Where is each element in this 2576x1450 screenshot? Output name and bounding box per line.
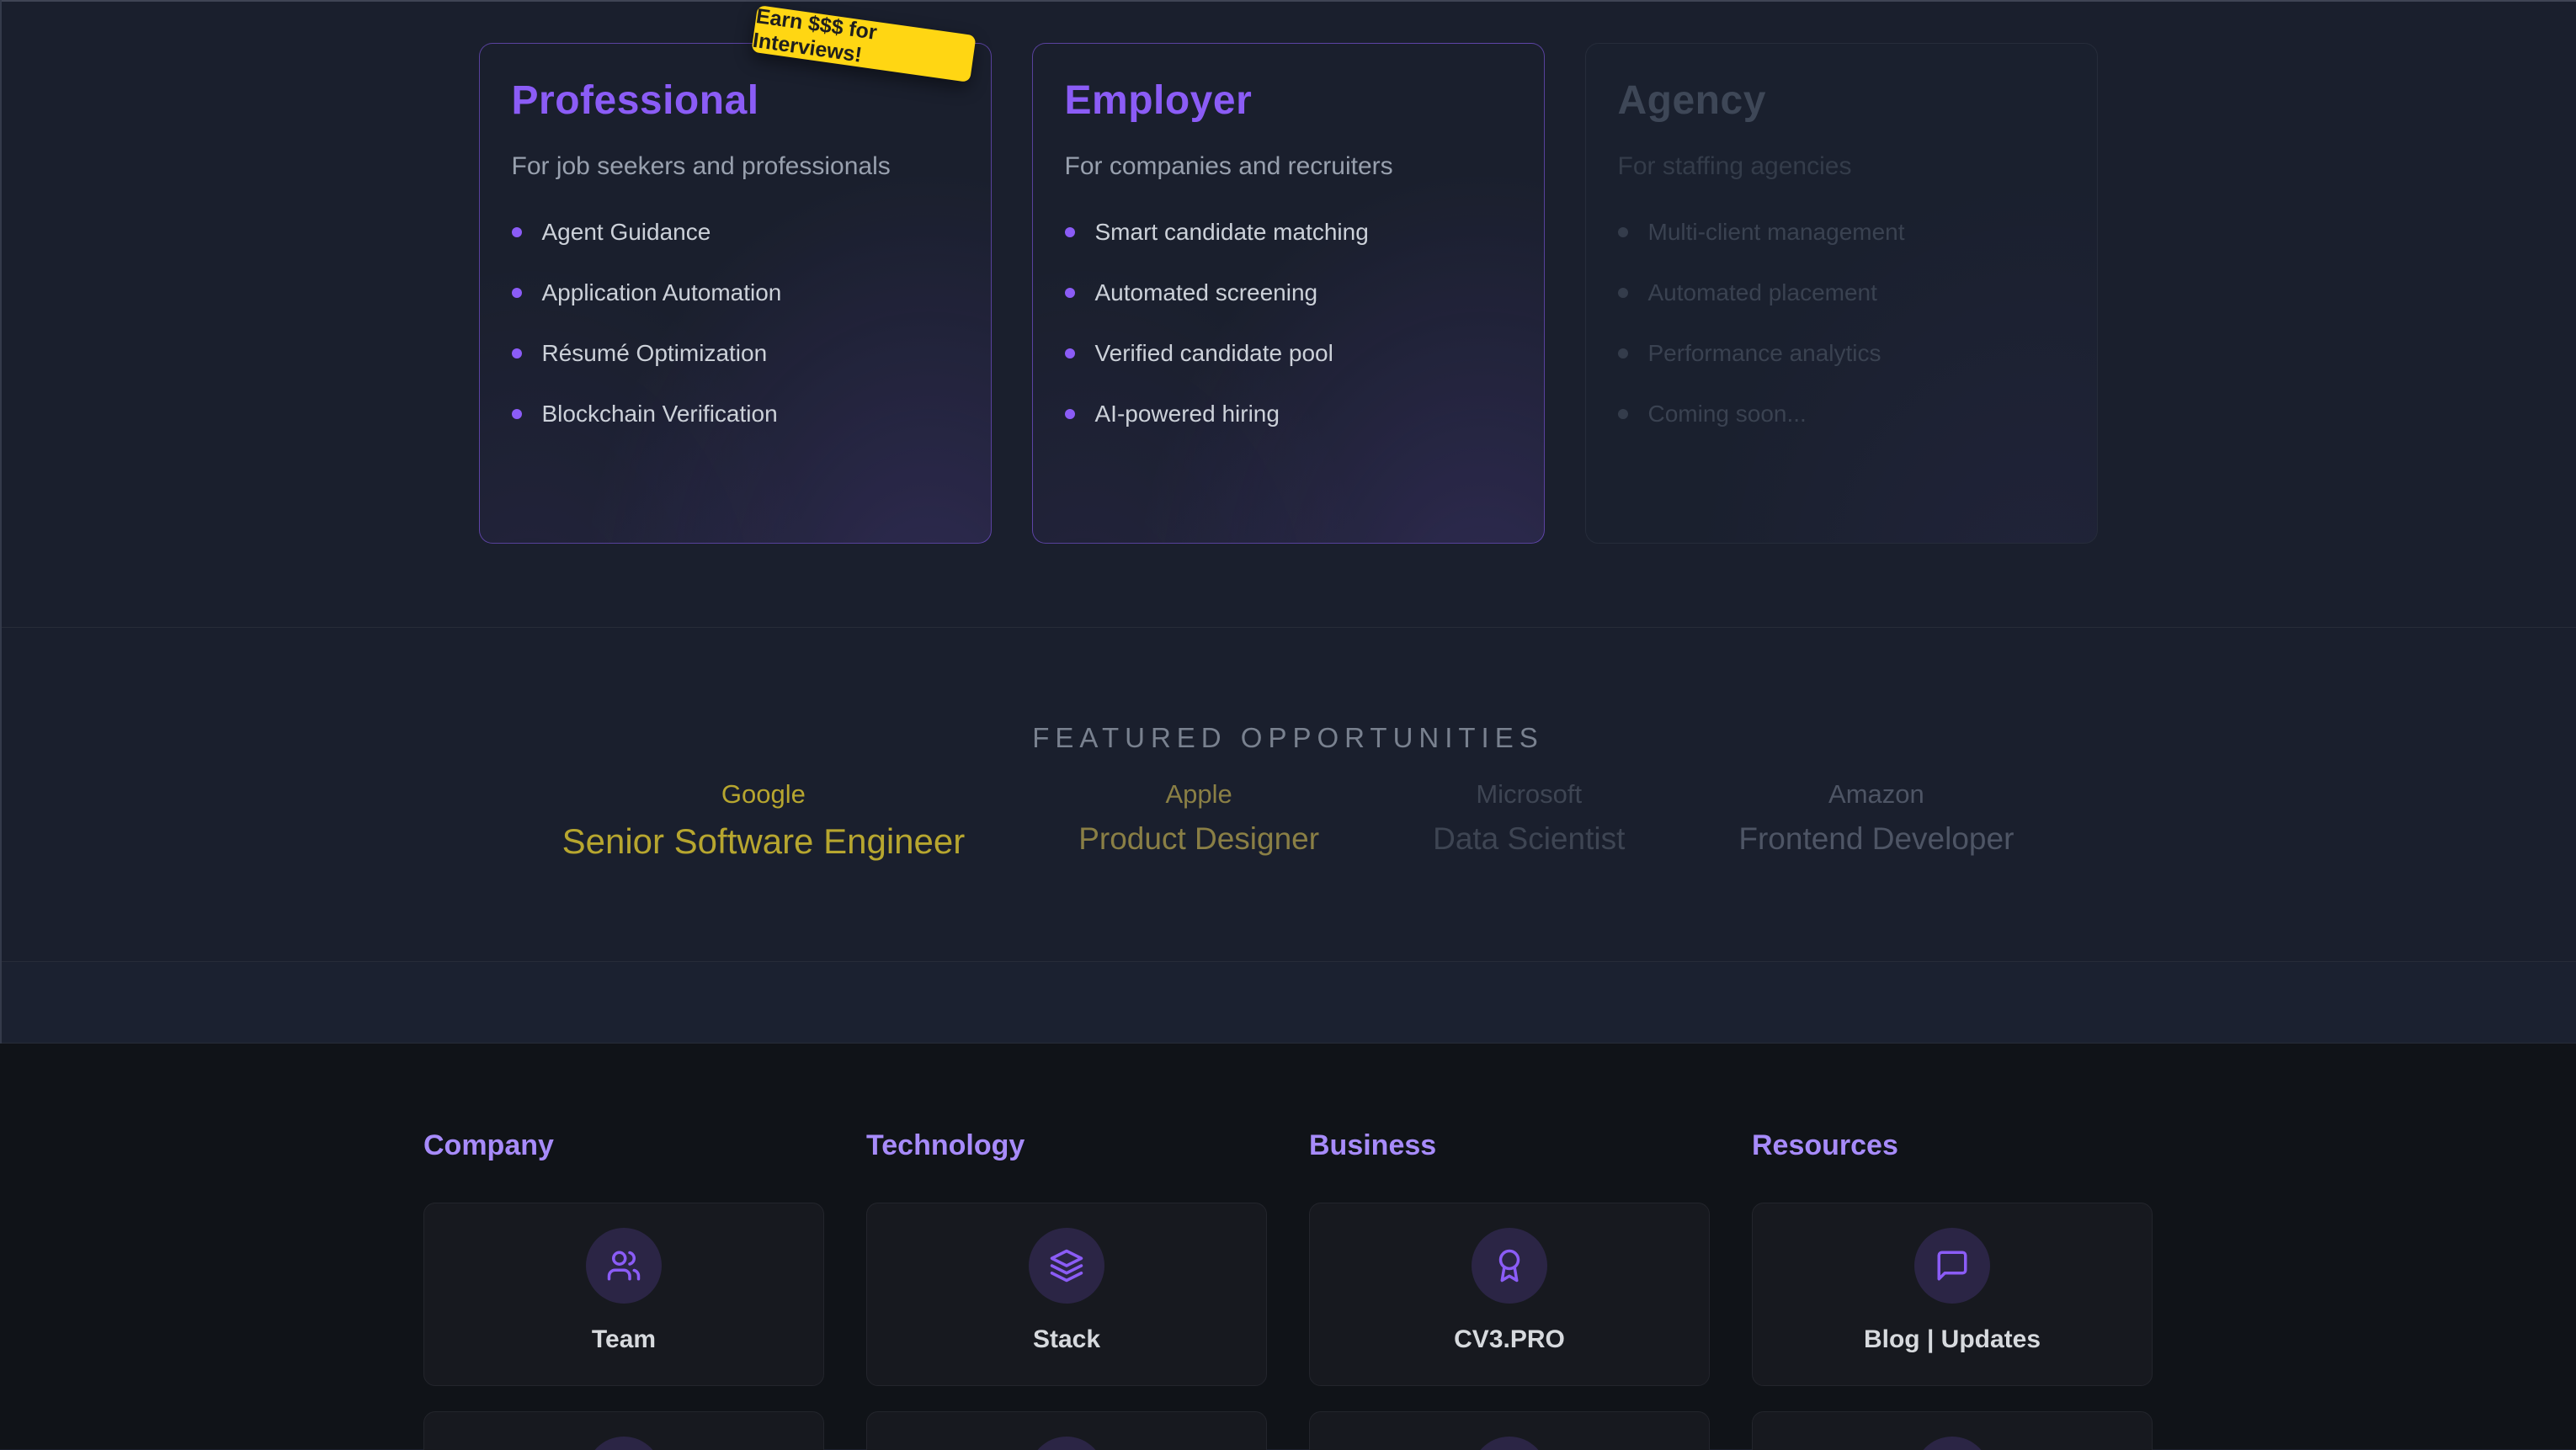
- footer-card-partial[interactable]: [866, 1411, 1267, 1450]
- featured-carousel: Google Senior Software Engineer Apple Pr…: [0, 779, 2576, 862]
- plan-feature-list: Agent Guidance Application Automation Ré…: [512, 220, 959, 427]
- footer-card-label: Team: [424, 1325, 823, 1354]
- footer-column-heading: Technology: [866, 1129, 1267, 1162]
- plan-subtitle: For companies and recruiters: [1065, 152, 1512, 181]
- icon-circle: [586, 1228, 662, 1304]
- plan-feature: Automated placement: [1618, 280, 2065, 305]
- plan-feature: Coming soon...: [1618, 401, 2065, 427]
- footer-card-partial[interactable]: [1752, 1411, 2153, 1450]
- plan-title: Professional: [512, 77, 959, 124]
- opportunity-company: Apple: [1078, 779, 1319, 810]
- featured-opportunity-amazon[interactable]: Amazon Frontend Developer: [1738, 779, 2014, 857]
- award-icon: [1492, 1248, 1527, 1283]
- footer-card-label: Blog | Updates: [1753, 1325, 2152, 1354]
- footer-column-technology: Technology Stack: [866, 1129, 1267, 1450]
- footer-grid: Company Team Technology Stack: [423, 1044, 2153, 1450]
- featured-opportunity-microsoft[interactable]: Microsoft Data Scientist: [1433, 779, 1625, 857]
- plan-feature: Agent Guidance: [512, 220, 959, 245]
- footer-card-partial[interactable]: [1309, 1411, 1710, 1450]
- plan-card-employer[interactable]: Employer For companies and recruiters Sm…: [1032, 43, 1545, 544]
- bullet-dot-icon: [1065, 227, 1075, 237]
- bullet-dot-icon: [1065, 348, 1075, 359]
- plan-feature: AI-powered hiring: [1065, 401, 1512, 427]
- plan-title: Employer: [1065, 77, 1512, 124]
- featured-opportunity-google[interactable]: Google Senior Software Engineer: [562, 779, 966, 862]
- featured-opportunity-apple[interactable]: Apple Product Designer: [1078, 779, 1319, 857]
- bullet-dot-icon: [512, 227, 522, 237]
- plan-title: Agency: [1618, 77, 2065, 124]
- bullet-dot-icon: [1065, 288, 1075, 298]
- users-icon: [606, 1248, 641, 1283]
- opportunity-role: Senior Software Engineer: [562, 821, 966, 862]
- featured-heading: FEATURED OPPORTUNITIES: [0, 628, 2576, 754]
- footer-column-resources: Resources Blog | Updates: [1752, 1129, 2153, 1450]
- footer-card-cv3pro[interactable]: CV3.PRO: [1309, 1203, 1710, 1386]
- icon-circle: [586, 1437, 662, 1450]
- plan-feature: Smart candidate matching: [1065, 220, 1512, 245]
- icon-circle: [1914, 1437, 1990, 1450]
- icon-circle: [1472, 1228, 1547, 1304]
- footer-card-stack[interactable]: Stack: [866, 1203, 1267, 1386]
- bullet-dot-icon: [1618, 227, 1628, 237]
- icon-circle: [1472, 1437, 1547, 1450]
- footer-card-team[interactable]: Team: [423, 1203, 824, 1386]
- layers-icon: [1049, 1248, 1084, 1283]
- footer-card-blog[interactable]: Blog | Updates: [1752, 1203, 2153, 1386]
- footer-column-heading: Company: [423, 1129, 824, 1162]
- plans-section: Earn $$$ for Interviews! Professional Fo…: [0, 0, 2576, 628]
- opportunity-company: Google: [562, 779, 966, 810]
- footer-card-partial[interactable]: [423, 1411, 824, 1450]
- plan-feature: Performance analytics: [1618, 341, 2065, 366]
- plan-feature: Application Automation: [512, 280, 959, 305]
- featured-opportunities-section: FEATURED OPPORTUNITIES Google Senior Sof…: [0, 628, 2576, 962]
- footer-column-business: Business CV3.PRO: [1309, 1129, 1710, 1450]
- plan-feature-list: Multi-client management Automated placem…: [1618, 220, 2065, 427]
- bullet-dot-icon: [512, 409, 522, 419]
- icon-circle: [1029, 1437, 1104, 1450]
- bullet-dot-icon: [1065, 409, 1075, 419]
- plan-feature: Blockchain Verification: [512, 401, 959, 427]
- message-square-icon: [1935, 1248, 1970, 1283]
- opportunity-role: Frontend Developer: [1738, 821, 2014, 857]
- plan-card-agency: Agency For staffing agencies Multi-clien…: [1585, 43, 2098, 544]
- footer-card-label: Stack: [867, 1325, 1266, 1354]
- site-footer: Company Team Technology Stack: [0, 1044, 2576, 1449]
- plan-subtitle: For job seekers and professionals: [512, 152, 959, 181]
- footer-column-heading: Resources: [1752, 1129, 2153, 1162]
- bullet-dot-icon: [1618, 409, 1628, 419]
- bullet-dot-icon: [512, 348, 522, 359]
- plan-feature: Automated screening: [1065, 280, 1512, 305]
- bullet-dot-icon: [512, 288, 522, 298]
- opportunity-company: Microsoft: [1433, 779, 1625, 810]
- plan-subtitle: For staffing agencies: [1618, 152, 2065, 181]
- icon-circle: [1914, 1228, 1990, 1304]
- bullet-dot-icon: [1618, 288, 1628, 298]
- icon-circle: [1029, 1228, 1104, 1304]
- opportunity-role: Data Scientist: [1433, 821, 1625, 857]
- plan-feature: Résumé Optimization: [512, 341, 959, 366]
- plan-feature: Verified candidate pool: [1065, 341, 1512, 366]
- footer-column-company: Company Team: [423, 1129, 824, 1450]
- plan-card-professional[interactable]: Professional For job seekers and profess…: [479, 43, 992, 544]
- plan-feature-list: Smart candidate matching Automated scree…: [1065, 220, 1512, 427]
- plan-feature: Multi-client management: [1618, 220, 2065, 245]
- section-left-border: [0, 0, 2, 1044]
- footer-card-label: CV3.PRO: [1310, 1325, 1709, 1354]
- opportunity-company: Amazon: [1738, 779, 2014, 810]
- section-top-border: [0, 0, 2576, 2]
- section-spacer-band: [0, 962, 2576, 1044]
- bullet-dot-icon: [1618, 348, 1628, 359]
- footer-column-heading: Business: [1309, 1129, 1710, 1162]
- opportunity-role: Product Designer: [1078, 821, 1319, 857]
